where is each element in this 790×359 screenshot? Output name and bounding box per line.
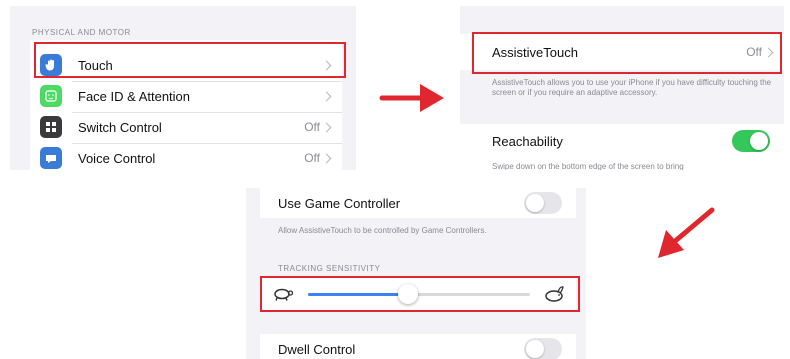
- touch-settings-panel: AssistiveTouch Off AssistiveTouch allows…: [460, 6, 784, 170]
- game-controller-row[interactable]: Use Game Controller: [260, 188, 576, 218]
- dwell-control-group: Dwell Control: [260, 334, 576, 359]
- tracking-sensitivity-header: TRACKING SENSITIVITY: [278, 264, 381, 273]
- assistive-touch-options-panel: Use Game Controller Allow AssistiveTouch…: [246, 188, 586, 359]
- list-item-label: Switch Control: [78, 119, 162, 135]
- dwell-control-row[interactable]: Dwell Control: [260, 334, 576, 359]
- reachability-group: Reachability Swipe down on the bottom ed…: [460, 124, 784, 170]
- reachability-label: Reachability: [492, 133, 563, 149]
- highlight-box-assistive-touch: [472, 32, 782, 74]
- chevron-right-icon: [321, 153, 332, 163]
- face-id-icon: [40, 85, 62, 107]
- game-controller-label: Use Game Controller: [278, 195, 401, 211]
- reachability-description: Swipe down on the bottom edge of the scr…: [492, 162, 684, 170]
- voice-control-icon: [40, 147, 62, 169]
- list-item-voice-control[interactable]: Voice Control Off: [30, 143, 342, 170]
- chevron-right-icon: [321, 91, 332, 101]
- accessibility-settings-panel: PHYSICAL AND MOTOR Touch Face ID & Atten…: [10, 6, 356, 170]
- reachability-toggle[interactable]: [732, 130, 770, 152]
- list-item-value: Off: [304, 151, 320, 165]
- section-header-physical-motor: PHYSICAL AND MOTOR: [32, 28, 131, 37]
- arrow-right-icon: [379, 84, 444, 112]
- game-controller-group: Use Game Controller: [260, 188, 576, 218]
- highlight-box-touch: [34, 42, 346, 78]
- list-item-label: Voice Control: [78, 150, 156, 166]
- list-item-face-id[interactable]: Face ID & Attention: [30, 81, 342, 111]
- assistive-touch-description: AssistiveTouch allows you to use your iP…: [492, 78, 772, 97]
- list-item-label: Face ID & Attention: [78, 88, 191, 104]
- switch-control-icon: [40, 116, 62, 138]
- arrow-down-left-icon: [658, 207, 715, 258]
- game-controller-description: Allow AssistiveTouch to be controlled by…: [278, 226, 487, 235]
- list-item-switch-control[interactable]: Switch Control Off: [30, 112, 342, 142]
- highlight-box-tracking-sensitivity: [260, 276, 580, 312]
- list-item-value: Off: [304, 120, 320, 134]
- dwell-control-toggle[interactable]: [524, 338, 562, 359]
- chevron-right-icon: [321, 122, 332, 132]
- dwell-control-label: Dwell Control: [278, 341, 356, 357]
- reachability-row[interactable]: Reachability: [460, 126, 784, 156]
- game-controller-toggle[interactable]: [524, 192, 562, 214]
